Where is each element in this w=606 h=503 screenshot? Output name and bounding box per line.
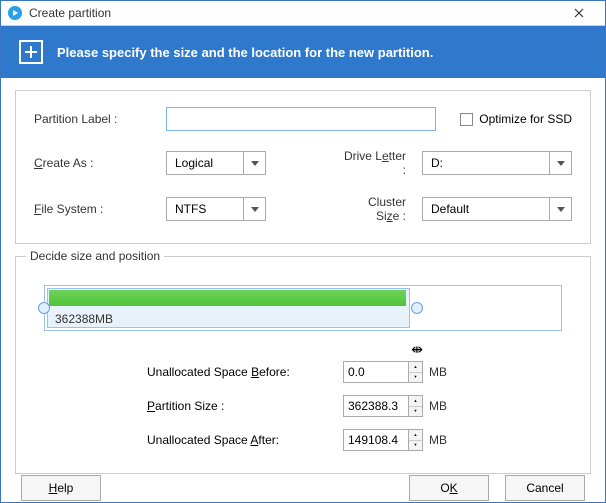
unit-label: MB: [429, 365, 459, 379]
unit-label: MB: [429, 399, 459, 413]
help-button[interactable]: Help: [21, 475, 101, 501]
chevron-down-icon: [243, 152, 265, 174]
unit-label: MB: [429, 433, 459, 447]
size-position-legend: Decide size and position: [26, 249, 164, 263]
spin-up-icon[interactable]: ▲: [409, 430, 422, 441]
resize-cursor-icon: ⇼: [411, 341, 423, 358]
drive-letter-combo[interactable]: D:: [422, 151, 572, 175]
slider-size-label: 362388MB: [55, 312, 113, 326]
slider-track: 362388MB: [44, 285, 562, 331]
cancel-button[interactable]: Cancel: [505, 475, 585, 501]
spin-down-icon[interactable]: ▼: [409, 441, 422, 451]
ok-button[interactable]: OK: [409, 475, 489, 501]
spin-down-icon[interactable]: ▼: [409, 407, 422, 417]
instruction-text: Please specify the size and the location…: [57, 45, 433, 60]
titlebar: Create partition: [1, 1, 605, 26]
unalloc-before-value: 0.0: [344, 362, 408, 382]
plus-icon: [19, 40, 43, 64]
drive-letter-value: D:: [431, 156, 443, 170]
file-system-combo[interactable]: NTFS: [166, 197, 266, 221]
unalloc-after-input[interactable]: 149108.4 ▲▼: [343, 429, 423, 451]
slider-handle-right[interactable]: [411, 302, 423, 314]
create-as-value: Logical: [175, 156, 213, 170]
partition-label-label: Partition Label :: [34, 112, 160, 126]
chevron-down-icon: [549, 152, 571, 174]
file-system-label: File System :: [34, 202, 160, 216]
cluster-size-label: Cluster Size :: [342, 195, 416, 223]
cluster-size-combo[interactable]: Default: [422, 197, 572, 221]
slider-handle-left[interactable]: [38, 302, 50, 314]
spin-down-icon[interactable]: ▼: [409, 373, 422, 383]
create-as-label: Create As :: [34, 156, 160, 170]
instruction-banner: Please specify the size and the location…: [1, 26, 605, 78]
create-as-combo[interactable]: Logical: [166, 151, 266, 175]
unalloc-after-value: 149108.4: [344, 430, 408, 450]
close-button[interactable]: [559, 1, 599, 25]
partition-size-value: 362388.3: [344, 396, 408, 416]
spin-up-icon[interactable]: ▲: [409, 362, 422, 373]
optimize-ssd-label: Optimize for SSD: [479, 112, 572, 126]
unalloc-before-label: Unallocated Space Before:: [147, 365, 337, 379]
spin-up-icon[interactable]: ▲: [409, 396, 422, 407]
unalloc-before-input[interactable]: 0.0 ▲▼: [343, 361, 423, 383]
partition-label-input[interactable]: [166, 107, 436, 131]
drive-letter-label: Drive Letter :: [342, 149, 416, 177]
dialog-footer: Help OK Cancel: [1, 474, 605, 502]
optimize-ssd-checkbox[interactable]: [460, 113, 473, 126]
unalloc-after-label: Unallocated Space After:: [147, 433, 337, 447]
file-system-value: NTFS: [175, 202, 206, 216]
slider-used: [49, 290, 406, 306]
window-title: Create partition: [29, 6, 111, 20]
partition-size-input[interactable]: 362388.3 ▲▼: [343, 395, 423, 417]
size-position-group: Decide size and position 362388MB ⇼ Unal…: [15, 256, 591, 474]
form-panel: Partition Label : Optimize for SSD Creat…: [15, 90, 591, 244]
partition-size-label: Partition Size :: [147, 399, 337, 413]
partition-slider[interactable]: 362388MB ⇼: [38, 285, 568, 331]
close-icon: [574, 8, 584, 18]
cluster-size-value: Default: [431, 202, 469, 216]
create-partition-dialog: Create partition Please specify the size…: [0, 0, 606, 503]
chevron-down-icon: [549, 198, 571, 220]
app-icon: [7, 5, 23, 21]
chevron-down-icon: [243, 198, 265, 220]
